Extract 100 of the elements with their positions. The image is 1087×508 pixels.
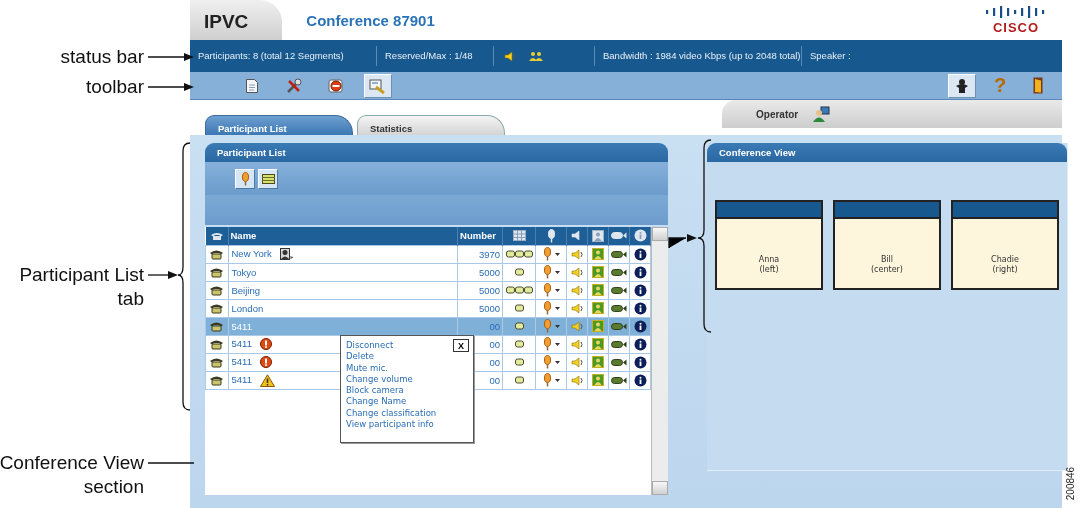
- mic-icon: [542, 319, 552, 333]
- phone-icon: [209, 338, 225, 350]
- participant-number: 00: [489, 374, 501, 386]
- operator-tab[interactable]: Operator: [722, 100, 1062, 128]
- callout-label: Participant List tab: [18, 263, 144, 311]
- info-icon: [633, 373, 647, 387]
- participant-number: 5000: [478, 284, 501, 296]
- phone-icon: [209, 266, 225, 278]
- participant-name[interactable]: 5411: [231, 355, 252, 367]
- menu-item[interactable]: Change volume: [346, 373, 413, 386]
- participant-name[interactable]: 5411: [231, 373, 252, 385]
- mic-icon: [542, 355, 552, 369]
- segment-icon: [514, 304, 524, 312]
- segment-icon: [514, 358, 524, 366]
- portrait-icon: [592, 338, 605, 350]
- segment-icon: [514, 322, 524, 330]
- conference-title: Conference 87901: [306, 11, 435, 29]
- speaker-icon: [570, 320, 584, 332]
- participant-number: 5000: [478, 302, 501, 314]
- menu-item[interactable]: Change Name: [346, 396, 407, 408]
- menu-item[interactable]: Mute mic.: [346, 362, 388, 374]
- portrait-icon: [592, 374, 605, 386]
- info-icon: [633, 301, 647, 315]
- grid-icon: [512, 230, 526, 242]
- phone-icon: [209, 248, 225, 260]
- menu-item[interactable]: View participant info: [346, 419, 434, 431]
- caret-icon: [554, 324, 560, 328]
- window-label: Chadie (right): [991, 255, 1019, 275]
- phone-icon: [209, 230, 224, 241]
- participant-number: 5000: [478, 266, 501, 278]
- tab[interactable]: Statistics: [357, 115, 505, 135]
- participant-name[interactable]: 5411: [231, 337, 252, 349]
- logo-text: CISCO: [992, 20, 1040, 35]
- menu-item[interactable]: Change classification: [346, 407, 437, 420]
- portrait-icon: [592, 284, 605, 296]
- camera-icon: [611, 249, 628, 259]
- menu-item[interactable]: Delete: [346, 351, 374, 363]
- mic-button[interactable]: [235, 168, 255, 189]
- camera-icon: [611, 285, 628, 295]
- status-text: Bandwidth : 1984 video Kbps (up to 2048 total): [595, 46, 802, 66]
- column-header: Name: [230, 230, 257, 242]
- exit-icon: [1033, 77, 1043, 94]
- caret-icon: [554, 342, 560, 346]
- mic-icon: [542, 301, 552, 315]
- participant-number: 00: [489, 320, 501, 332]
- person-icon: [954, 77, 970, 94]
- tab[interactable]: Participant List: [205, 115, 353, 135]
- speaker-icon: [570, 374, 584, 386]
- scrollbar[interactable]: [651, 227, 668, 495]
- layout-button[interactable]: [258, 168, 278, 189]
- camera-icon: [611, 321, 628, 331]
- document-icon: [245, 77, 259, 94]
- column-header: Number: [460, 230, 496, 242]
- segment-icon: [514, 268, 524, 276]
- callout-arrow: [147, 83, 194, 91]
- info-icon: [633, 283, 647, 297]
- caret-icon: [554, 306, 560, 310]
- menu-item[interactable]: Block camera: [346, 385, 404, 397]
- toolbar-button[interactable]: [948, 73, 976, 98]
- participant-number: 3970: [478, 248, 501, 260]
- app-tab[interactable]: IPVC: [190, 0, 283, 40]
- info-icon: [633, 229, 647, 243]
- camera-icon: [611, 231, 628, 241]
- portrait-icon: [592, 302, 605, 314]
- mic-icon: [240, 171, 250, 186]
- stop-icon: [328, 77, 344, 94]
- window-label: Anna (left): [758, 255, 780, 275]
- info-icon: [633, 337, 647, 351]
- operator-label: Operator: [756, 108, 799, 120]
- segments-icon: [505, 286, 533, 294]
- info-icon: [633, 355, 647, 369]
- status-text: Speaker :: [809, 49, 852, 63]
- mic-icon: [542, 283, 552, 297]
- phone-icon: [209, 284, 225, 296]
- portrait-icon: [592, 320, 605, 332]
- participant-name[interactable]: London: [231, 302, 264, 314]
- tools-icon: [286, 77, 302, 94]
- speaker-icon: [570, 284, 584, 296]
- person-icon: [279, 248, 294, 261]
- mic-icon: [542, 337, 552, 351]
- segment-icon: [514, 376, 524, 384]
- participant-name[interactable]: New York: [231, 247, 272, 259]
- caret-icon: [554, 378, 560, 382]
- participant-name[interactable]: Beijing: [231, 284, 261, 296]
- callout-label: status bar: [60, 45, 144, 69]
- info-icon: [633, 265, 647, 279]
- menu-item[interactable]: Disconnect: [346, 340, 394, 352]
- phone-icon: [209, 302, 225, 314]
- phone-icon: [209, 320, 225, 332]
- speaker-icon: [570, 248, 584, 260]
- leader-line: [147, 462, 195, 464]
- participant-name[interactable]: Tokyo: [231, 266, 257, 278]
- close-button[interactable]: X: [453, 339, 469, 352]
- people-icon: [529, 50, 543, 62]
- portrait-icon: [592, 229, 605, 242]
- camera-icon: [611, 357, 628, 367]
- caret-icon: [554, 252, 560, 256]
- warning-icon: [259, 373, 275, 387]
- segment-icon: [514, 340, 524, 348]
- mic-icon: [542, 247, 552, 261]
